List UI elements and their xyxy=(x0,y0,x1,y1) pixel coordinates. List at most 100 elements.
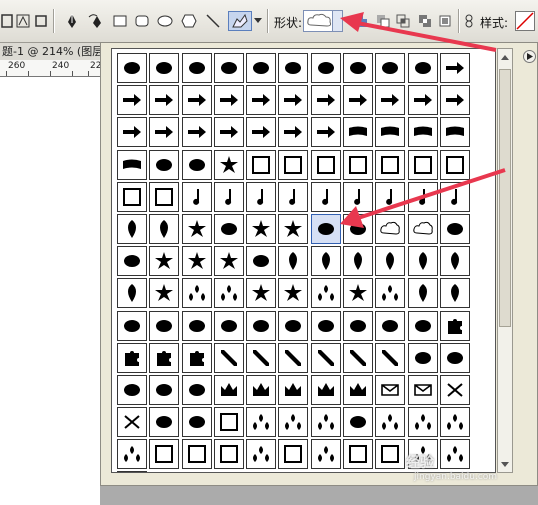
shape-cell-rabbit[interactable] xyxy=(278,53,309,83)
shape-cell-flower[interactable] xyxy=(149,278,180,309)
shape-cell-sheriff-star[interactable] xyxy=(181,374,212,405)
shape-cell-frame-oval[interactable] xyxy=(278,149,309,180)
shape-cell-arrow-wave[interactable] xyxy=(149,117,180,148)
shape-cell-dots-scatter[interactable] xyxy=(375,278,406,309)
shape-cell-arrow-thin-3[interactable] xyxy=(213,85,244,116)
shape-cell-seal[interactable] xyxy=(213,149,244,180)
intersect-shapes-icon[interactable] xyxy=(394,11,412,31)
shape-cell-note-beamed[interactable] xyxy=(278,181,309,212)
shape-cell-pen[interactable] xyxy=(310,342,341,373)
shape-cell-crown-3[interactable] xyxy=(278,374,309,405)
shape-cell-tile-4[interactable] xyxy=(278,439,309,470)
freeform-pen-icon[interactable] xyxy=(86,11,108,31)
chevron-down-icon[interactable] xyxy=(332,11,342,31)
shape-cell-ornament[interactable] xyxy=(181,278,212,309)
shape-cell-raindrop[interactable] xyxy=(343,213,374,244)
shape-cell-frame-stamp[interactable] xyxy=(407,149,438,180)
shape-cell-arrow-thin-1[interactable] xyxy=(149,85,180,116)
shape-cell-ornament-4[interactable] xyxy=(407,407,438,438)
shape-cell-snowflake-2[interactable] xyxy=(181,246,212,277)
shape-cell-pencil[interactable] xyxy=(213,342,244,373)
rounded-rectangle-tool-icon[interactable] xyxy=(134,11,150,31)
shape-cell-snowflake-1[interactable] xyxy=(149,246,180,277)
shape-cell-paw-print-1[interactable] xyxy=(375,53,406,83)
shape-cell-note-quarter[interactable] xyxy=(213,181,244,212)
shape-cell-banner-arch[interactable] xyxy=(343,117,374,148)
shape-cell-bird[interactable] xyxy=(310,53,341,83)
shape-cell-scissors-2[interactable] xyxy=(117,407,147,438)
shape-cell-footprint-right[interactable] xyxy=(278,310,309,341)
shape-cell-snail[interactable] xyxy=(246,53,277,83)
shape-cell-pencil-2[interactable] xyxy=(246,342,277,373)
shape-cell-arrow-pentagon[interactable] xyxy=(439,85,470,116)
subtract-shapes-icon[interactable] xyxy=(374,11,392,31)
panel-menu-button[interactable] xyxy=(523,50,536,63)
shape-cell-puzzle-piece[interactable] xyxy=(439,310,470,341)
document-canvas[interactable] xyxy=(0,77,100,505)
shape-cell-snowflake-3[interactable] xyxy=(213,246,244,277)
shape-cell-hourglass[interactable] xyxy=(117,374,147,405)
shape-cell-note-eighth[interactable] xyxy=(246,181,277,212)
shape-cell-flat-sign[interactable] xyxy=(407,181,438,212)
scrollbar[interactable] xyxy=(497,48,513,473)
shape-cell-frame-scallop[interactable] xyxy=(343,149,374,180)
shape-cell-flower-2[interactable] xyxy=(246,278,277,309)
shape-cell-grass-2[interactable] xyxy=(407,278,438,309)
shape-cell-starburst[interactable] xyxy=(278,278,309,309)
shape-cell-tile-5[interactable] xyxy=(343,439,374,470)
shape-cell-envelope[interactable] xyxy=(375,374,406,405)
style-swatch[interactable] xyxy=(515,11,535,31)
shape-cell-arrow-squiggle[interactable] xyxy=(213,117,244,148)
shape-cell-holly[interactable] xyxy=(310,407,341,438)
shape-cell-frame-blank[interactable] xyxy=(213,407,244,438)
shape-cell-banner-wave[interactable] xyxy=(375,117,406,148)
shape-cell-crown-4[interactable] xyxy=(310,374,341,405)
shape-cell-fern[interactable] xyxy=(149,213,180,244)
shape-cell-sharp-sign[interactable] xyxy=(439,181,470,212)
shape-cell-chevron-right[interactable] xyxy=(117,85,147,116)
shape-cell-arrow-fat[interactable] xyxy=(375,85,406,116)
shape-cell-puzzle-3[interactable] xyxy=(181,342,212,373)
shape-cell-telephone-2[interactable] xyxy=(439,342,470,373)
shape-cell-umbrella[interactable] xyxy=(310,310,341,341)
combine-shapes-icon[interactable] xyxy=(352,11,370,31)
path-mode-icon[interactable] xyxy=(0,11,14,31)
shape-cell-sunflower[interactable] xyxy=(343,278,374,309)
shape-cell-telephone-1[interactable] xyxy=(407,342,438,373)
shape-cell-arrow-notch[interactable] xyxy=(407,85,438,116)
shape-cell-dog[interactable] xyxy=(213,53,244,83)
shape-cell-clef-bass[interactable] xyxy=(343,181,374,212)
shape-cell-frame-square[interactable] xyxy=(439,149,470,180)
shape-cell-fire[interactable] xyxy=(117,246,147,277)
shape-cell-arrow-curve[interactable] xyxy=(278,117,309,148)
shape-cell-grass[interactable] xyxy=(439,246,470,277)
shape-cell-pencil-4[interactable] xyxy=(375,342,406,373)
shape-cell-puzzle-1[interactable] xyxy=(117,342,147,373)
document-tab[interactable]: 题-1 @ 214% (图层 xyxy=(0,43,110,60)
shape-cell-bone[interactable] xyxy=(117,53,147,83)
shape-cell-hand-right[interactable] xyxy=(213,310,244,341)
shape-cell-arrow-line[interactable] xyxy=(117,117,147,148)
shape-cell-waves[interactable] xyxy=(310,213,341,244)
shape-cell-leaves[interactable] xyxy=(439,278,470,309)
shape-cell-arrow-triangle[interactable] xyxy=(246,85,277,116)
shape-cell-arrow-turn[interactable] xyxy=(310,117,341,148)
line-tool-icon[interactable] xyxy=(204,11,222,31)
shape-cell-clef-treble[interactable] xyxy=(375,181,406,212)
shape-cell-sun[interactable] xyxy=(246,213,277,244)
shape-cell-envelope-2[interactable] xyxy=(407,374,438,405)
shape-cell-frame-ornate[interactable] xyxy=(310,149,341,180)
shape-cell-tile-2[interactable] xyxy=(181,439,212,470)
polygon-tool-icon[interactable] xyxy=(180,11,198,31)
shape-cell-stamp[interactable] xyxy=(181,407,212,438)
shape-cell-arrow-thin-2[interactable] xyxy=(181,85,212,116)
shape-cell-ornament-6[interactable] xyxy=(310,439,341,470)
shape-cell-footprint-left[interactable] xyxy=(246,310,277,341)
shape-cell-leaf-2[interactable] xyxy=(343,246,374,277)
ellipse-tool-icon[interactable] xyxy=(156,11,174,31)
shape-cell-butterfly[interactable] xyxy=(213,213,244,244)
shape-cell-note-sixteenth[interactable] xyxy=(310,181,341,212)
shape-cell-lightning[interactable] xyxy=(439,213,470,244)
shape-cell-frame-dotted[interactable] xyxy=(117,181,147,212)
shape-cell-dots-2[interactable] xyxy=(278,407,309,438)
